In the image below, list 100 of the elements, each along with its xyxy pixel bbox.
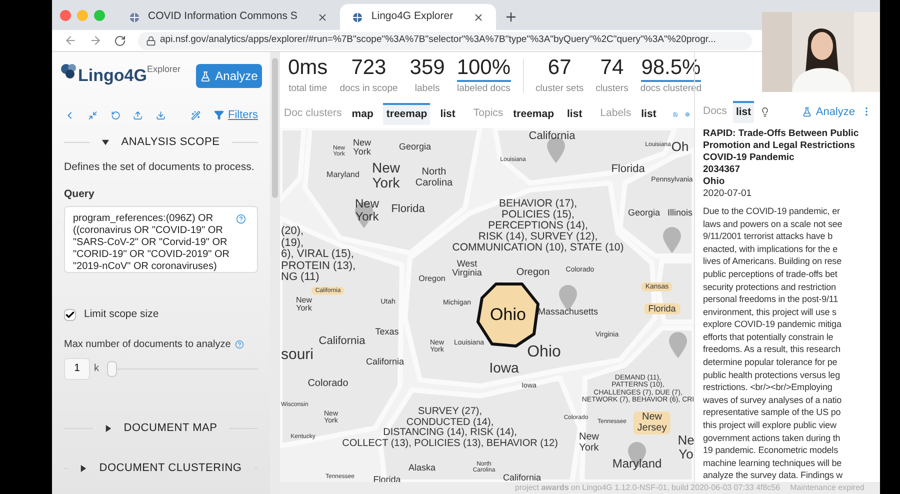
upload-icon[interactable] (133, 110, 143, 120)
map-label[interactable]: New York (355, 197, 379, 223)
map-label[interactable]: Ne Yo (678, 433, 694, 461)
globe-icon (352, 12, 364, 22)
slider-thumb[interactable] (107, 360, 117, 377)
section-title[interactable]: ANALYSIS SCOPE (121, 134, 220, 150)
map-label[interactable]: Texas (375, 327, 399, 337)
view-tab[interactable]: treemap (510, 103, 558, 125)
map-label[interactable]: Oh (671, 140, 689, 154)
back-icon[interactable] (64, 34, 77, 47)
filters-link[interactable]: Filters (214, 106, 258, 124)
help-icon[interactable] (234, 340, 244, 349)
map-label[interactable]: Ohio (527, 344, 561, 362)
wand-icon[interactable] (191, 110, 202, 120)
abstract-line: Due to the COVID-19 pandemic, er (703, 204, 841, 218)
scrollbar[interactable] (272, 58, 278, 198)
map-label[interactable]: North Carolina (415, 168, 453, 188)
limit-checkbox[interactable] (64, 308, 76, 321)
query-field[interactable]: program_references:(096Z) OR ((coronavirus OR "COVID-19" OR "SARS-CoV-2" OR "Corvid-19" OR "CORID-19" OR "COVID-2019" OR "2019-nCoV" OR coronaviruses) (64, 206, 258, 273)
view-tab[interactable]: list (732, 101, 754, 123)
map-label[interactable]: New York (353, 138, 371, 158)
close-icon[interactable] (473, 12, 484, 22)
docs-label: Docs (703, 104, 727, 120)
map-label[interactable]: Georgia (398, 142, 432, 152)
new-tab-icon[interactable] (504, 10, 518, 24)
browser-tab[interactable]: COVID Information Commons S (117, 4, 340, 30)
map-label[interactable]: Alaska (408, 463, 436, 473)
document-title[interactable]: RAPID: Trade-Offs Between Public (703, 128, 872, 140)
document-title[interactable]: Promotion and Legal Restrictions (703, 140, 872, 152)
browser-tab[interactable]: Lingo4G Explorer (340, 4, 496, 30)
url-text: api.nsf.gov/analytics/apps/explorer/#run=%7B"scope"%3A%7B"selector"%3A%7B"type"%3A"byQuery"%2C"query"%3A"%20progr... (160, 33, 716, 48)
query-label: Query (63, 187, 96, 202)
document-location: Ohio (703, 176, 726, 188)
map-label[interactable]: SURVEY (27), CONDUCTED (14), DISTANCING (14), RISK (14), COLLECT (13), POLICIES (13), BEHAVIOR (12) (342, 407, 558, 449)
help-icon[interactable] (236, 214, 246, 224)
section-description: Defines the set of documents to process. (63, 160, 256, 174)
map-label[interactable]: Florida (373, 475, 401, 482)
map-label[interactable]: California (528, 131, 576, 143)
view-tab[interactable]: list (638, 103, 660, 125)
lightbulb-icon[interactable] (760, 106, 770, 117)
close-icon[interactable] (317, 12, 328, 22)
reload-icon[interactable] (114, 34, 126, 46)
section-title[interactable]: DOCUMENT MAP (124, 420, 218, 436)
map-label[interactable]: New Jersey (633, 412, 671, 434)
abstract-line: representative sample of the US po (703, 406, 842, 420)
section-title[interactable]: DOCUMENT CLUSTERING (99, 460, 242, 477)
tab-title: COVID Information Commons S (148, 9, 298, 24)
abstract-line: freedoms. As a result, this research (703, 343, 842, 356)
stat-value[interactable]: 98.5% (641, 56, 701, 82)
view-tab[interactable]: list (564, 103, 586, 125)
map-label[interactable]: Maryland (612, 458, 662, 470)
analyze-button[interactable]: Analyze (196, 64, 262, 88)
stat-value: 723 (351, 56, 386, 81)
view-group-label: Doc clusters (284, 106, 342, 122)
view-tab[interactable]: map (348, 103, 376, 125)
abstract-line: analyze the survey data. Findings w (703, 469, 844, 482)
footer-text: project awards on Lingo4G 1.12.0-NSF-01, build 2020-06-03 07:33 4f8c56 (515, 482, 780, 494)
stat-value: 74 (600, 56, 624, 81)
map-label[interactable]: (20), (19), 6), VIRAL (15), PROTEIN (13), NG (11) (281, 226, 356, 284)
map-label[interactable]: Colorado (308, 378, 348, 390)
map-label[interactable]: Florida (644, 303, 680, 315)
map-label[interactable]: Oregon (516, 268, 550, 278)
analyze-link[interactable]: Analyze (802, 104, 855, 120)
map-label[interactable]: Iowa (489, 360, 519, 376)
view-tab[interactable]: list (437, 103, 458, 125)
map-label[interactable]: New York (372, 160, 400, 190)
undo-icon[interactable] (110, 110, 120, 120)
abstract-line: public perceptions of trade-offs bet (703, 268, 838, 280)
address-field[interactable]: api.nsf.gov/analytics/apps/explorer/#run=%7B"scope"%3A%7B"selector"%3A%7B"type"%3A"byQuery"%2C"query"%3A"%20progr... (138, 32, 752, 50)
forward-icon[interactable] (89, 34, 102, 47)
map-label[interactable]: Massachusetts (538, 307, 598, 317)
map-label[interactable]: Georgia (628, 208, 660, 218)
stat-value[interactable]: 100% (456, 56, 511, 82)
map-label[interactable]: souri (281, 347, 314, 363)
map-label[interactable]: West Virginia (452, 260, 482, 278)
view-tab[interactable]: treemap (383, 103, 430, 125)
max-documents-label: Max number of documents to analyze (64, 338, 231, 352)
map-label[interactable]: Oregon (418, 274, 446, 284)
map-label[interactable]: California (318, 336, 366, 348)
max-documents-field[interactable]: 1 (64, 358, 90, 380)
document-title[interactable]: COVID-19 Pandemic (703, 152, 872, 164)
map-label[interactable]: New York (579, 432, 599, 454)
map-label[interactable]: BEHAVIOR (17), POLICIES (15), PERCEPTIONS (14), RISK (14), SURVEY (12), COMMUNICATION (10), STATE (10) (452, 198, 624, 254)
map-label[interactable]: Maryland (326, 170, 360, 180)
collapse-icon[interactable] (88, 110, 98, 120)
checkbox-label: Limit scope size (84, 307, 159, 322)
abstract-line: laws and powers on a scale not see (703, 218, 844, 230)
abstract-line: 9/11/2001 terrorist attacks have b (703, 230, 834, 243)
view-group-label: Topics (473, 106, 504, 122)
abstract-line: personal freedoms in the post-9/11 (703, 293, 840, 306)
logo-text: Lingo4G (78, 65, 147, 88)
map-label[interactable]: California (502, 473, 542, 482)
map-label[interactable]: Florida (391, 204, 425, 216)
map-label[interactable]: California (366, 357, 404, 367)
map-label[interactable]: Florida (611, 164, 645, 176)
map-label[interactable]: Illinois (668, 208, 692, 218)
download-icon[interactable] (156, 110, 166, 120)
stat-value: 359 (410, 56, 445, 81)
map-label[interactable]: New York (296, 296, 312, 314)
stat-value: 0ms (288, 56, 328, 81)
